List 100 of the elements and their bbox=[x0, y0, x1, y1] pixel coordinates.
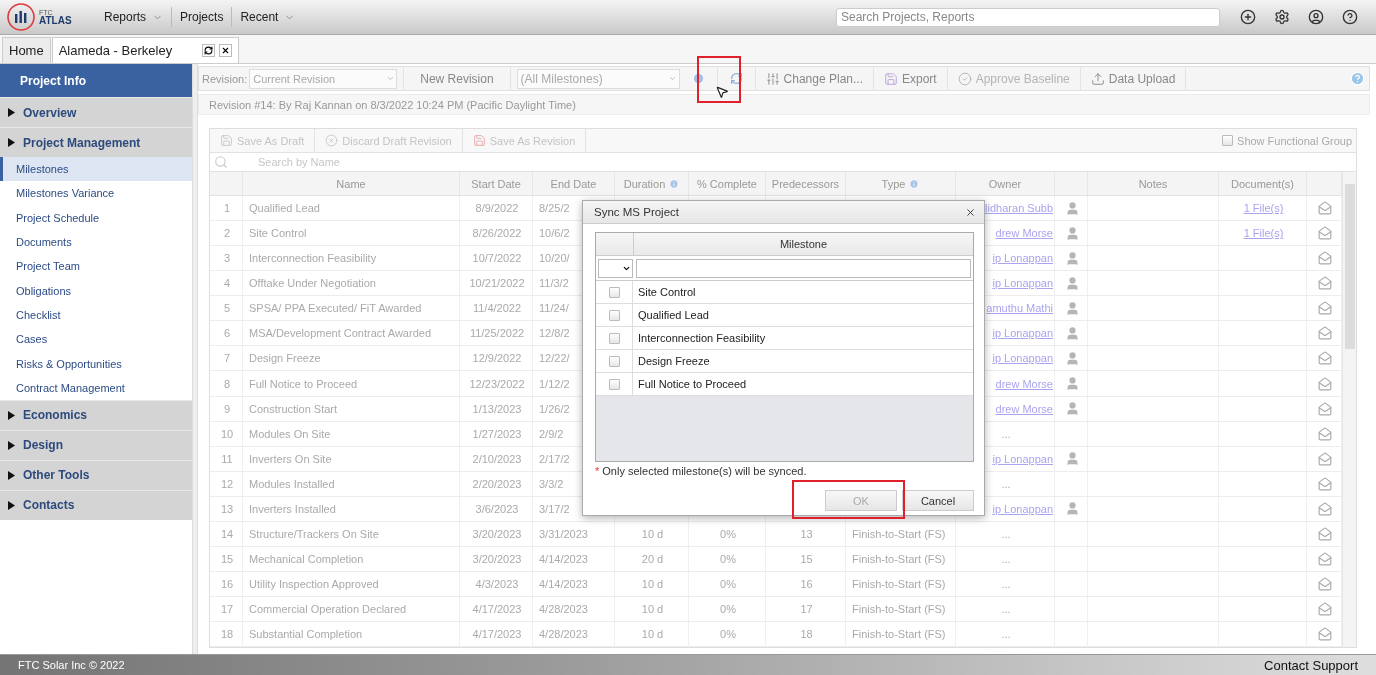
mail-icon[interactable] bbox=[1318, 501, 1332, 516]
nav-menu-item[interactable]: Reports bbox=[96, 7, 172, 27]
nav-menu-item[interactable]: Recent bbox=[231, 7, 304, 27]
sidebar-group[interactable]: Other Tools bbox=[0, 459, 192, 490]
person-icon[interactable] bbox=[1064, 300, 1080, 316]
contact-support-link[interactable]: Contact Support bbox=[1264, 657, 1358, 673]
revision-select[interactable]: Current Revision bbox=[249, 68, 398, 89]
sidebar-group[interactable]: Project Management bbox=[0, 127, 192, 157]
owner-picker[interactable]: ... bbox=[1001, 526, 1011, 541]
column-header[interactable]: Notes bbox=[1088, 172, 1219, 197]
scrollbar[interactable] bbox=[1342, 172, 1356, 647]
nav-menu-item[interactable]: Projects bbox=[171, 7, 232, 27]
mail-icon[interactable] bbox=[1318, 401, 1332, 416]
person-icon[interactable] bbox=[1064, 250, 1080, 266]
user-icon[interactable] bbox=[1308, 9, 1324, 25]
sidebar-group[interactable]: Design bbox=[0, 429, 192, 460]
owner-picker[interactable]: ... bbox=[1001, 601, 1011, 616]
mail-icon[interactable] bbox=[1318, 326, 1332, 341]
column-header[interactable]: Document(s) bbox=[1219, 172, 1307, 197]
person-icon[interactable] bbox=[1064, 325, 1080, 341]
column-header[interactable]: Predecessors bbox=[766, 172, 846, 197]
owner-picker[interactable]: ... bbox=[1001, 576, 1011, 591]
mail-icon[interactable] bbox=[1318, 601, 1332, 616]
sidebar-group[interactable]: Economics bbox=[0, 399, 192, 430]
column-header[interactable]: % Complete bbox=[689, 172, 766, 197]
mail-icon[interactable] bbox=[1318, 251, 1332, 266]
sidebar-group[interactable]: Overview bbox=[0, 97, 192, 127]
close-button[interactable] bbox=[219, 44, 233, 57]
filter-field[interactable] bbox=[636, 258, 971, 278]
mail-icon[interactable] bbox=[1318, 626, 1332, 641]
scrollbar-thumb[interactable] bbox=[1345, 184, 1355, 350]
toolbar-button[interactable]: Data Upload bbox=[1080, 67, 1187, 90]
sidebar-item[interactable]: Milestones bbox=[0, 157, 192, 182]
owner-link[interactable]: ip Lonappan bbox=[992, 352, 1053, 365]
column-header[interactable]: Name bbox=[243, 172, 460, 197]
documents-link[interactable]: 1 File(s) bbox=[1243, 227, 1284, 240]
sidebar-group[interactable]: Contacts bbox=[0, 489, 192, 520]
filter-select[interactable] bbox=[598, 258, 633, 278]
column-header[interactable]: Start Date bbox=[460, 172, 533, 197]
new-revision-button[interactable]: New Revision bbox=[403, 67, 511, 90]
column-header[interactable]: Owner bbox=[956, 172, 1055, 197]
column-header[interactable]: End Date bbox=[533, 172, 615, 197]
mail-icon[interactable] bbox=[1318, 526, 1332, 541]
owner-picker[interactable]: ... bbox=[1001, 551, 1011, 566]
mail-icon[interactable] bbox=[1318, 426, 1332, 441]
functional-group-checkbox[interactable]: Show Functional Group bbox=[1222, 134, 1352, 147]
owner-link[interactable]: ip Lonappan bbox=[992, 452, 1053, 465]
search-field[interactable]: Search Projects, Reports bbox=[836, 7, 1220, 27]
owner-link[interactable]: amuthu Mathi bbox=[986, 302, 1053, 315]
owner-link[interactable]: ip Lonappan bbox=[992, 277, 1053, 290]
close-icon[interactable] bbox=[965, 206, 976, 218]
person-icon[interactable] bbox=[1064, 225, 1080, 241]
settings-icon[interactable] bbox=[1274, 9, 1290, 25]
person-icon[interactable] bbox=[1064, 350, 1080, 366]
add-icon[interactable] bbox=[1240, 9, 1256, 25]
owner-link[interactable]: ip Lonappan bbox=[992, 252, 1053, 265]
tab[interactable]: Home bbox=[2, 37, 51, 63]
person-icon[interactable] bbox=[1064, 501, 1080, 517]
checkbox[interactable] bbox=[608, 332, 620, 344]
documents-link[interactable]: 1 File(s) bbox=[1243, 202, 1284, 215]
owner-picker[interactable]: ... bbox=[1001, 476, 1011, 491]
milestone-select[interactable]: (All Milestones) bbox=[516, 68, 680, 89]
owner-picker[interactable]: ... bbox=[1001, 426, 1011, 441]
person-icon[interactable] bbox=[1064, 200, 1080, 216]
mail-icon[interactable] bbox=[1318, 201, 1332, 216]
table-cell: Finish-to-Start (FS) bbox=[846, 521, 956, 547]
help-icon[interactable] bbox=[1342, 9, 1358, 25]
person-icon[interactable] bbox=[1064, 376, 1080, 391]
splitter-handle[interactable] bbox=[192, 64, 198, 654]
mail-icon[interactable] bbox=[1318, 551, 1332, 566]
checkbox[interactable] bbox=[608, 378, 620, 390]
mail-icon[interactable] bbox=[1318, 226, 1332, 241]
mail-icon[interactable] bbox=[1318, 376, 1332, 391]
owner-link[interactable]: drew Morse bbox=[995, 377, 1053, 390]
mail-icon[interactable] bbox=[1318, 276, 1332, 291]
mail-icon[interactable] bbox=[1318, 451, 1332, 466]
column-header[interactable]: Duration bbox=[615, 172, 689, 197]
toolbar-button[interactable]: Export bbox=[874, 67, 948, 90]
mail-icon[interactable] bbox=[1318, 476, 1332, 491]
owner-link[interactable]: ip Lonappan bbox=[992, 327, 1053, 340]
owner-link[interactable]: drew Morse bbox=[995, 227, 1053, 240]
refresh-button[interactable] bbox=[202, 44, 216, 57]
person-icon[interactable] bbox=[1064, 401, 1080, 417]
person-icon[interactable] bbox=[1064, 275, 1080, 291]
person-icon[interactable] bbox=[1064, 451, 1080, 467]
owner-link[interactable]: drew Morse bbox=[995, 402, 1053, 415]
cancel-button[interactable]: Cancel bbox=[902, 490, 974, 512]
mail-icon[interactable] bbox=[1318, 351, 1332, 366]
owner-picker[interactable]: ... bbox=[1001, 626, 1011, 641]
info-icon[interactable] bbox=[691, 72, 705, 85]
owner-link[interactable]: ip Lonappan bbox=[992, 502, 1053, 515]
tab[interactable]: Alameda - Berkeley bbox=[51, 37, 240, 63]
checkbox[interactable] bbox=[608, 309, 620, 321]
checkbox[interactable] bbox=[608, 355, 620, 367]
column-header[interactable]: Type bbox=[846, 172, 956, 197]
checkbox[interactable] bbox=[608, 286, 620, 298]
toolbar-button[interactable]: Change Plan... bbox=[755, 67, 874, 90]
mail-icon[interactable] bbox=[1318, 301, 1332, 316]
mail-icon[interactable] bbox=[1318, 576, 1332, 591]
owner-link[interactable]: lidharan Subb bbox=[985, 202, 1053, 215]
